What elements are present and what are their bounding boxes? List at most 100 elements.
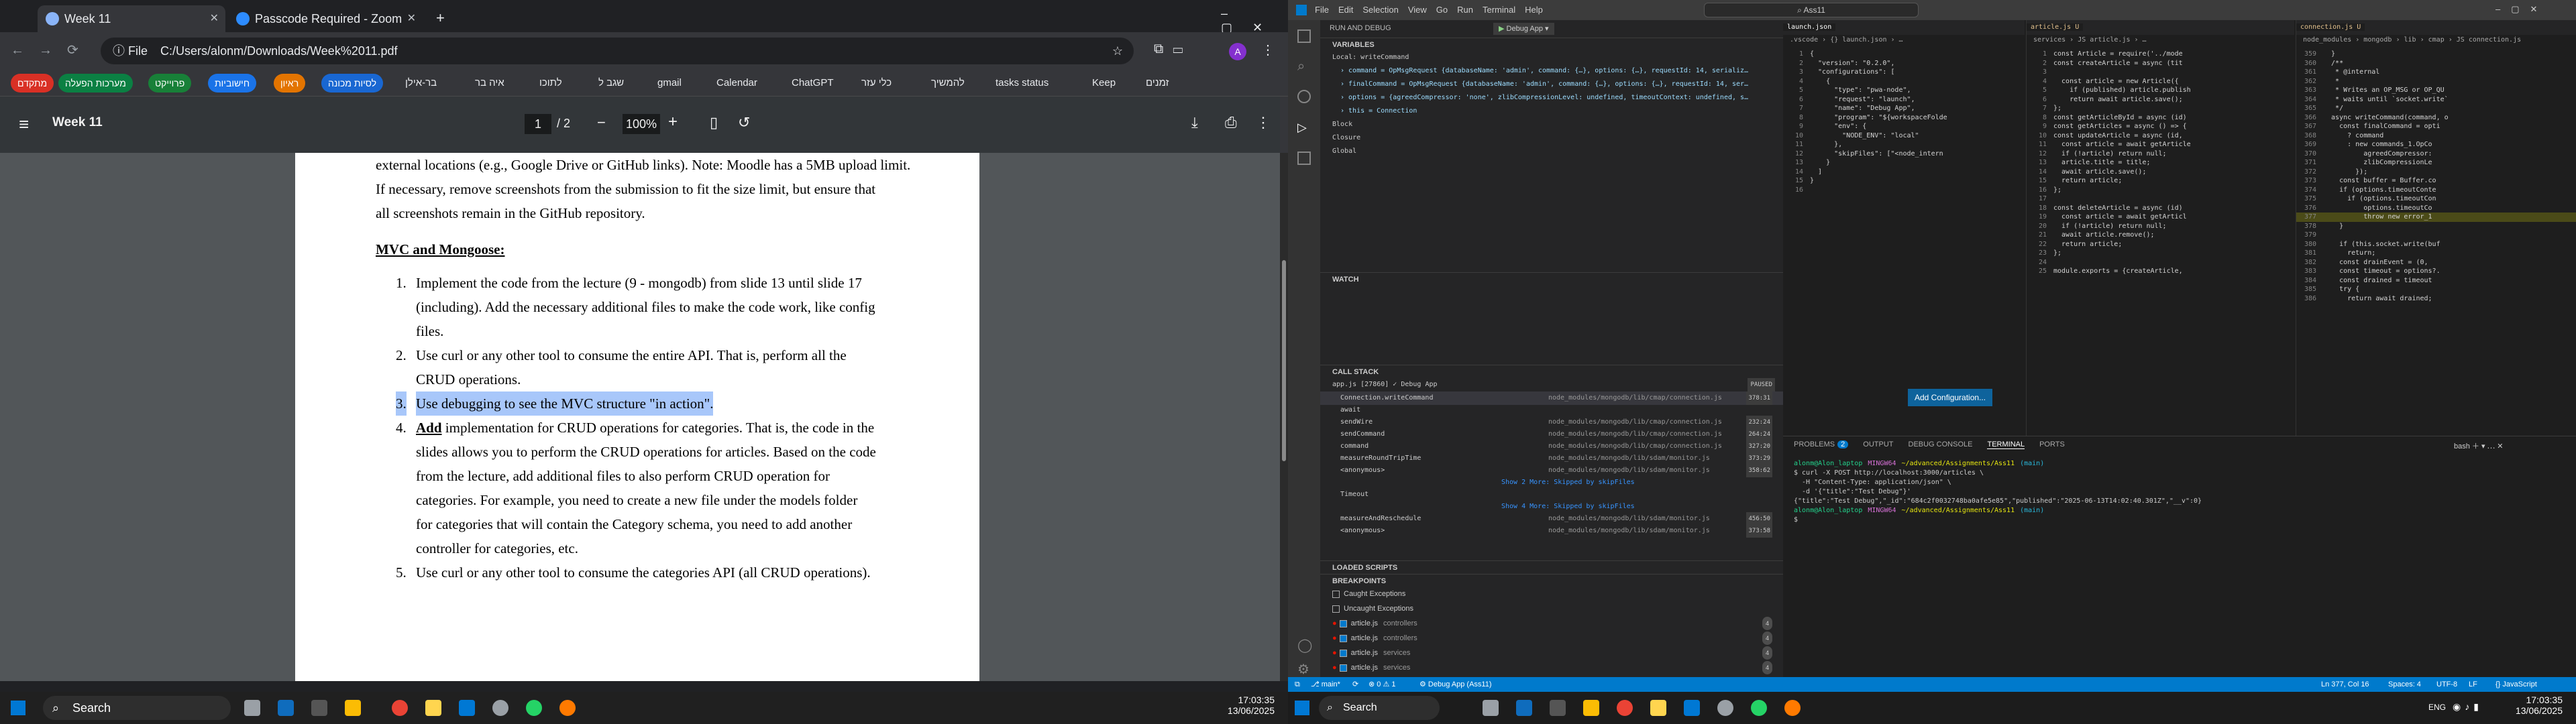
terminal-shell-select[interactable]: bash ＋ ▾ ⋯ ✕ [2454, 440, 2503, 451]
vscode-icon[interactable] [459, 700, 475, 716]
menu-icon[interactable]: ⋮ [1261, 42, 1275, 58]
stack-frame[interactable]: await [1320, 404, 1783, 417]
tab-week11[interactable]: Week 11 ✕ [38, 5, 225, 32]
scrollbar-thumb[interactable] [1282, 260, 1286, 461]
bookmark-item[interactable]: Calendar [716, 74, 757, 93]
variable-row[interactable]: › command = OpMsgRequest {databaseName: … [1320, 64, 1783, 78]
stack-frame[interactable]: sendCommand node_modules/mongodb/lib/cmap… [1320, 428, 1783, 441]
vscode-icon[interactable] [1684, 700, 1700, 716]
app-icon[interactable] [1650, 700, 1666, 716]
stack-frame[interactable]: Show 2 More: Skipped by skipFiles [1320, 476, 1783, 489]
terminal-output[interactable]: alonm@Alon_laptop MINGW64 ~/advanced/Assig… [1794, 459, 2565, 525]
debug-config-select[interactable]: ▶ Debug App ▾ [1493, 23, 1554, 35]
stack-frame[interactable]: <anonymous> node_modules/mongodb/lib/sdam… [1320, 524, 1783, 538]
chrome-icon[interactable] [392, 700, 408, 716]
bookmark-item[interactable]: חישוביות [208, 74, 257, 93]
encoding[interactable]: UTF-8 [2436, 677, 2457, 692]
remote-icon[interactable]: ⧉ [1295, 677, 1300, 692]
variables-section[interactable]: VARIABLES [1320, 38, 1783, 51]
bookmark-item[interactable]: לסיות מכונה [321, 74, 384, 93]
variable-row[interactable]: Global [1320, 145, 1783, 158]
bookmark-item[interactable]: להמשיך [931, 74, 965, 93]
stack-frame[interactable]: <anonymous> node_modules/mongodb/lib/sdam… [1320, 464, 1783, 477]
file-explorer-icon[interactable] [345, 700, 361, 716]
zoom-in-button[interactable]: + [668, 113, 678, 131]
fit-page-icon[interactable]: ▯ [710, 114, 718, 131]
bookmark-item[interactable]: כלי עזר [861, 74, 892, 93]
clock[interactable]: 17:03:35 13/06/2025 [1208, 695, 1275, 716]
eol[interactable]: LF [2469, 677, 2477, 692]
close-icon[interactable]: ✕ [210, 5, 219, 32]
bookmark-item[interactable]: זמנים [1146, 74, 1169, 93]
sync-icon[interactable]: ⟳ [1352, 677, 1358, 692]
panel-tab[interactable]: PROBLEMS 2 [1794, 440, 1849, 448]
bookmark-item[interactable]: פרוייקט [148, 74, 192, 93]
variable-row[interactable]: Local: writeCommand [1320, 51, 1783, 64]
terminal-icon[interactable] [311, 700, 327, 716]
breakpoint-row[interactable]: ● article.js services 4 [1320, 661, 1783, 674]
app-orange-icon[interactable] [1784, 700, 1801, 716]
menu-item[interactable]: Selection [1362, 5, 1398, 15]
editor-connection-js[interactable]: connection.js U node_modules › mongodb ›… [2296, 20, 2576, 436]
stack-frame[interactable]: command node_modules/mongodb/lib/cmap/con… [1320, 440, 1783, 453]
settings-icon[interactable] [492, 700, 508, 716]
cursor-position[interactable]: Ln 377, Col 16 [2321, 677, 2369, 692]
toolbar-icons[interactable]: ⧉▭ [1154, 42, 1193, 57]
menu-item[interactable]: Edit [1338, 5, 1353, 15]
chrome-icon[interactable] [1617, 700, 1633, 716]
run-debug-icon[interactable]: ▷ [1297, 121, 1307, 135]
stack-frame[interactable]: measureAndReschedule node_modules/mongodb… [1320, 512, 1783, 526]
source-control-icon[interactable] [1297, 90, 1311, 103]
breakpoint-row[interactable]: Uncaught Exceptions [1320, 602, 1783, 615]
editor-article-js[interactable]: article.js U services › JS article.js › … [2026, 20, 2294, 436]
file-explorer-icon[interactable] [1583, 700, 1599, 716]
task-view-icon[interactable] [1483, 700, 1499, 716]
tab-launch-json[interactable]: launch.json [1783, 23, 1836, 31]
checkbox[interactable] [1332, 590, 1340, 598]
variable-row[interactable]: Block [1320, 118, 1783, 131]
rotate-icon[interactable]: ↺ [738, 114, 750, 131]
task-view-icon[interactable] [244, 700, 260, 716]
window-controls[interactable]: –▢✕ [1221, 7, 1288, 35]
window-controls[interactable]: –▢✕ [2496, 4, 2548, 15]
bookmark-item[interactable]: gmail [657, 74, 682, 93]
more-icon[interactable]: ⋮ [1256, 114, 1271, 131]
breakpoint-row[interactable]: ● article.js controllers 4 [1320, 631, 1783, 645]
menu-item[interactable]: View [1408, 5, 1427, 15]
tab-article-js[interactable]: article.js U [2027, 23, 2084, 31]
clock[interactable]: 17:03:35 13/06/2025 [2496, 695, 2563, 716]
windows-icon[interactable] [1295, 701, 1309, 715]
bookmark-item[interactable]: Keep [1092, 74, 1116, 93]
loaded-scripts-section[interactable]: LOADED SCRIPTS [1320, 560, 1783, 574]
menu-item[interactable]: Help [1525, 5, 1543, 15]
extensions-icon[interactable] [1297, 152, 1311, 165]
menu-item[interactable]: Terminal [1483, 5, 1515, 15]
menu-item[interactable]: File [1315, 5, 1329, 15]
bookmark-item[interactable]: איה בר [475, 74, 504, 93]
watch-section[interactable]: WATCH [1320, 272, 1783, 286]
explorer-icon[interactable] [1297, 29, 1311, 43]
search-icon[interactable]: ⌕ [1297, 59, 1305, 74]
panel-tab[interactable]: PORTS [2039, 440, 2065, 448]
menu-item[interactable]: Go [1436, 5, 1448, 15]
breakpoint-row[interactable]: ● article.js services 4 [1320, 646, 1783, 660]
windows-icon[interactable] [11, 701, 25, 715]
copilot-icon[interactable] [278, 700, 294, 716]
checkbox[interactable] [1339, 649, 1347, 657]
variable-row[interactable]: › this = Connection [1320, 105, 1783, 118]
add-configuration-button[interactable]: Add Configuration... [1908, 389, 1993, 406]
tray-icons[interactable]: ◉♪▮ [2453, 701, 2483, 713]
hamburger-icon[interactable]: ≡ [19, 114, 29, 135]
whatsapp-icon[interactable] [526, 700, 542, 716]
checkbox[interactable] [1339, 634, 1347, 642]
terminal-icon[interactable] [1550, 700, 1566, 716]
app-orange-icon[interactable] [559, 700, 576, 716]
stack-frame[interactable]: Timeout [1320, 488, 1783, 501]
callstack-section[interactable]: CALL STACK [1320, 365, 1783, 378]
taskbar-search[interactable]: ⌕ Search [1319, 696, 1440, 720]
variable-row[interactable]: › finalCommand = OpMsgRequest {databaseN… [1320, 78, 1783, 91]
variable-row[interactable]: › options = {agreedCompressor: 'none', z… [1320, 91, 1783, 105]
panel-tab[interactable]: DEBUG CONSOLE [1909, 440, 1973, 448]
bookmark-item[interactable]: שגב ל [598, 74, 624, 93]
language-mode[interactable]: {} JavaScript [2496, 677, 2537, 692]
